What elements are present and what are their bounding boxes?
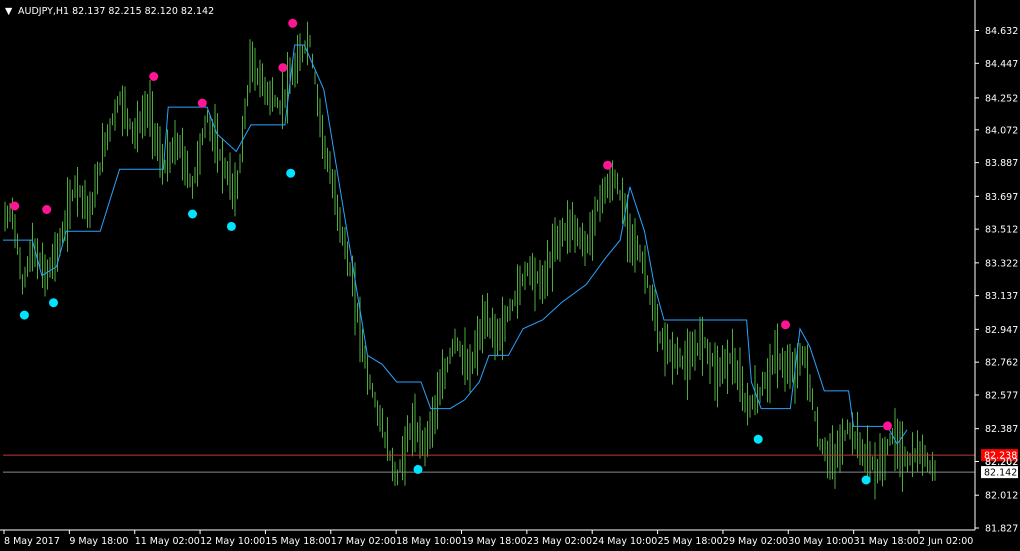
time-tick-label: 25 May 18:00 [658, 536, 723, 547]
current-price-text: 82.142 [984, 468, 1017, 479]
swing-high-dot [197, 98, 207, 108]
price-tags: 82.23882.20282.142 [981, 449, 1018, 479]
price-tick-label: 82.762 [985, 358, 1018, 369]
time-tick-label: 18 May 10:00 [396, 536, 461, 547]
swing-high-dot [42, 205, 52, 214]
time-tick-label: 8 May 2017 [4, 536, 60, 547]
swing-high-dot [10, 201, 20, 211]
time-tick-label: 17 May 02:00 [331, 536, 396, 547]
price-tick-label: 83.322 [985, 258, 1018, 269]
price-tick-label: 84.252 [985, 93, 1018, 104]
swing-low-dot [413, 464, 423, 474]
swing-low-dot [19, 310, 29, 320]
price-tick-label: 84.632 [985, 26, 1018, 37]
swing-low-dot [286, 168, 296, 178]
swing-low-dot [49, 298, 58, 308]
swing-low-dot [226, 221, 236, 231]
price-tick-label: 82.577 [985, 390, 1018, 401]
swing-low-dot [861, 475, 871, 485]
price-chart[interactable]: 84.632 84.447 84.252 84.072 83.887 83.697 83.5… [0, 0, 1020, 551]
price-tick-label: 83.512 [985, 225, 1018, 236]
swing-high-dot [781, 320, 790, 330]
swing-low-dot [753, 434, 763, 444]
time-tick-label: 19 May 18:00 [462, 536, 527, 547]
price-tick-label: 84.072 [985, 125, 1018, 136]
chart-header[interactable]: ▼ AUDJPY,H1 82.137 82.215 82.120 82.142 [5, 6, 214, 17]
swing-low-dot [188, 209, 197, 219]
swing-high-dot [883, 421, 892, 431]
time-tick-label: 31 May 18:00 [854, 536, 919, 547]
time-tick-label: 12 May 10:00 [200, 536, 265, 547]
price-tick-label: 82.947 [985, 325, 1018, 336]
time-tick-label: 11 May 02:00 [135, 536, 200, 547]
time-tick-label: 23 May 02:00 [527, 536, 592, 547]
price-tick-label: 84.447 [985, 59, 1018, 70]
time-tick-label: 9 May 18:00 [69, 536, 128, 547]
swing-high-dot [603, 160, 613, 170]
time-tick-label: 2 Jun 02:00 [919, 536, 973, 547]
time-tick-label: 30 May 10:00 [788, 536, 853, 547]
swing-high-dot [149, 72, 159, 81]
price-tick-label: 81.827 [985, 524, 1018, 535]
price-tick-label: 83.137 [985, 291, 1018, 302]
time-tick-label: 24 May 10:00 [592, 536, 657, 547]
time-tick-label: 29 May 02:00 [723, 536, 788, 547]
price-tick-label: 83.697 [985, 192, 1018, 203]
time-tick-label: 15 May 18:00 [265, 536, 330, 547]
swing-high-dot [288, 18, 298, 28]
swing-high-dot [278, 63, 288, 73]
price-tick-label: 82.387 [985, 424, 1018, 435]
chart-title: AUDJPY,H1 82.137 82.215 82.120 82.142 [18, 6, 214, 17]
price-tick-label: 83.887 [985, 158, 1018, 169]
symbol-menu-icon[interactable]: ▼ [5, 6, 13, 17]
price-tick-label: 82.012 [985, 491, 1018, 502]
